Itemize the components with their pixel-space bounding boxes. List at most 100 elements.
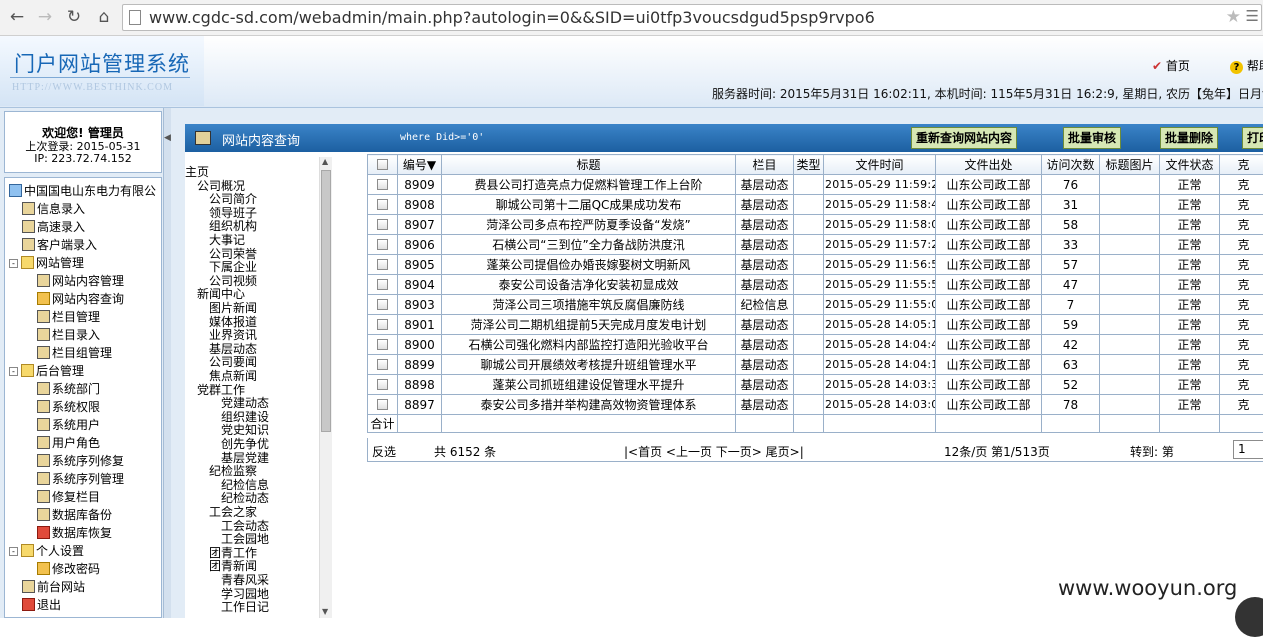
column-tree-item[interactable]: 纪检监察 bbox=[209, 465, 257, 478]
row-checkbox[interactable] bbox=[377, 179, 388, 190]
forward-icon[interactable]: → bbox=[34, 6, 56, 28]
table-row[interactable]: 8901菏泽公司二期机组提前5天完成月度发电计划基层动态2015-05-28 1… bbox=[368, 315, 1263, 335]
row-checkbox[interactable] bbox=[377, 199, 388, 210]
column-tree-item[interactable]: 焦点新闻 bbox=[209, 370, 257, 383]
column-tree-item[interactable]: 团青工作 bbox=[209, 547, 257, 560]
row-select-cell[interactable] bbox=[368, 315, 398, 335]
print-button[interactable]: 打印 bbox=[1242, 127, 1263, 149]
sidebar-item[interactable]: 栏目管理 bbox=[37, 308, 100, 326]
row-select-cell[interactable] bbox=[368, 275, 398, 295]
column-tree-item[interactable]: 纪检动态 bbox=[221, 492, 269, 505]
column-tree-item[interactable]: 主页 bbox=[185, 166, 209, 179]
sidebar-item[interactable]: 数据库备份 bbox=[37, 506, 112, 524]
back-icon[interactable]: ← bbox=[6, 6, 28, 28]
row-select-cell[interactable] bbox=[368, 195, 398, 215]
table-row[interactable]: 8899聊城公司开展绩效考核提升班组管理水平基层动态2015-05-28 14:… bbox=[368, 355, 1263, 375]
sidebar-item[interactable]: 数据库恢复 bbox=[37, 524, 112, 542]
tree-toggle-icon[interactable]: - bbox=[9, 259, 18, 268]
table-row[interactable]: 8905蓬莱公司提倡俭办婚丧嫁娶树文明新风基层动态2015-05-29 11:5… bbox=[368, 255, 1263, 275]
row-checkbox[interactable] bbox=[377, 379, 388, 390]
column-tree-item[interactable]: 组织建设 bbox=[221, 411, 269, 424]
invert-selection-link[interactable]: 反选 bbox=[372, 443, 396, 460]
col-visits-header[interactable]: 访问次数 bbox=[1042, 155, 1100, 175]
sidebar-item[interactable]: 系统序列管理 bbox=[37, 470, 124, 488]
row-checkbox[interactable] bbox=[377, 219, 388, 230]
table-row[interactable]: 8897泰安公司多措并举构建高效物资管理体系基层动态2015-05-28 14:… bbox=[368, 395, 1263, 415]
column-tree-item[interactable]: 党史知识 bbox=[221, 424, 269, 437]
cell-title[interactable]: 石横公司“三到位”全力备战防洪度汛 bbox=[442, 235, 736, 255]
cell-title[interactable]: 石横公司强化燃料内部监控打造阳光验收平台 bbox=[442, 335, 736, 355]
cell-title[interactable]: 菏泽公司二期机组提前5天完成月度发电计划 bbox=[442, 315, 736, 335]
row-select-cell[interactable] bbox=[368, 215, 398, 235]
cell-title[interactable]: 费县公司打造亮点力促燃料管理工作上台阶 bbox=[442, 175, 736, 195]
table-row[interactable]: 8904泰安公司设备洁净化安装初显成效基层动态2015-05-29 11:55:… bbox=[368, 275, 1263, 295]
sidebar-splitter[interactable]: ◀ bbox=[163, 108, 171, 618]
col-type-header[interactable]: 类型 bbox=[794, 155, 824, 175]
column-tree-item[interactable]: 图片新闻 bbox=[209, 302, 257, 315]
table-row[interactable]: 8900石横公司强化燃料内部监控打造阳光验收平台基层动态2015-05-28 1… bbox=[368, 335, 1263, 355]
column-tree-item[interactable]: 公司简介 bbox=[209, 193, 257, 206]
column-tree-item[interactable]: 公司要闻 bbox=[209, 356, 257, 369]
address-bar[interactable]: www.cgdc-sd.com/webadmin/main.php?autolo… bbox=[122, 4, 1262, 31]
cell-title[interactable]: 蓬莱公司抓班组建设促管理水平提升 bbox=[442, 375, 736, 395]
col-extra-header[interactable]: 克 bbox=[1220, 155, 1263, 175]
row-select-cell[interactable] bbox=[368, 375, 398, 395]
sidebar-item[interactable]: 栏目组管理 bbox=[37, 344, 112, 362]
batch-delete-button[interactable]: 批量删除 bbox=[1160, 127, 1218, 149]
column-tree-item[interactable]: 创先争优 bbox=[221, 438, 269, 451]
col-source-header[interactable]: 文件出处 bbox=[936, 155, 1042, 175]
column-tree-item[interactable]: 工作日记 bbox=[221, 601, 269, 614]
tree-toggle-icon[interactable]: - bbox=[9, 367, 18, 376]
row-select-cell[interactable] bbox=[368, 175, 398, 195]
column-tree-item[interactable]: 工会之家 bbox=[209, 506, 257, 519]
bookmark-star-icon[interactable]: ★ bbox=[1226, 7, 1241, 27]
col-column-header[interactable]: 栏目 bbox=[736, 155, 794, 175]
requery-button[interactable]: 重新查询网站内容 bbox=[911, 127, 1017, 149]
column-tree-item[interactable]: 学习园地 bbox=[221, 588, 269, 601]
url-text[interactable]: www.cgdc-sd.com/webadmin/main.php?autolo… bbox=[149, 8, 875, 27]
tree-toggle-icon[interactable]: - bbox=[9, 547, 18, 556]
column-tree-item[interactable]: 公司概况 bbox=[197, 180, 245, 193]
scroll-down-icon[interactable]: ▼ bbox=[322, 607, 328, 616]
sidebar-item[interactable]: 系统用户 bbox=[37, 416, 100, 434]
column-tree-item[interactable]: 党群工作 bbox=[197, 384, 245, 397]
scroll-thumb[interactable] bbox=[321, 170, 331, 432]
column-tree-item[interactable]: 基层党建 bbox=[221, 452, 269, 465]
column-tree-item[interactable]: 业界资讯 bbox=[209, 329, 257, 342]
table-row[interactable]: 8903菏泽公司三项措施牢筑反腐倡廉防线纪检信息2015-05-29 11:55… bbox=[368, 295, 1263, 315]
column-tree-item[interactable]: 公司视频 bbox=[209, 275, 257, 288]
column-tree-item[interactable]: 大事记 bbox=[209, 234, 245, 247]
scroll-up-icon[interactable]: ▲ bbox=[322, 157, 328, 166]
column-tree-item[interactable]: 媒体报道 bbox=[209, 316, 257, 329]
column-tree-item[interactable]: 领导班子 bbox=[209, 207, 257, 220]
home-icon[interactable]: ⌂ bbox=[93, 6, 115, 28]
col-time-header[interactable]: 文件时间 bbox=[824, 155, 936, 175]
row-checkbox[interactable] bbox=[377, 239, 388, 250]
sidebar-item[interactable]: -个人设置 bbox=[9, 542, 84, 560]
sidebar-item[interactable]: 修复栏目 bbox=[37, 488, 100, 506]
sidebar-item[interactable]: 客户端录入 bbox=[22, 236, 97, 254]
row-select-cell[interactable] bbox=[368, 355, 398, 375]
sidebar-item[interactable]: 信息录入 bbox=[22, 200, 85, 218]
column-tree-item[interactable]: 工会动态 bbox=[221, 520, 269, 533]
cell-title[interactable]: 菏泽公司三项措施牢筑反腐倡廉防线 bbox=[442, 295, 736, 315]
sidebar-item[interactable]: 修改密码 bbox=[37, 560, 100, 578]
col-id-header[interactable]: 编号▼ bbox=[398, 155, 442, 175]
sidebar-item[interactable]: 系统权限 bbox=[37, 398, 100, 416]
reload-icon[interactable]: ↻ bbox=[63, 6, 85, 28]
select-all-cell[interactable] bbox=[368, 155, 398, 175]
table-row[interactable]: 8906石横公司“三到位”全力备战防洪度汛基层动态2015-05-29 11:5… bbox=[368, 235, 1263, 255]
row-select-cell[interactable] bbox=[368, 255, 398, 275]
row-checkbox[interactable] bbox=[377, 299, 388, 310]
row-checkbox[interactable] bbox=[377, 259, 388, 270]
home-link[interactable]: ✔ 首页 bbox=[1152, 57, 1190, 74]
col-image-header[interactable]: 标题图片 bbox=[1100, 155, 1160, 175]
col-status-header[interactable]: 文件状态 bbox=[1160, 155, 1220, 175]
table-row[interactable]: 8909费县公司打造亮点力促燃料管理工作上台阶基层动态2015-05-29 11… bbox=[368, 175, 1263, 195]
cell-title[interactable]: 泰安公司多措并举构建高效物资管理体系 bbox=[442, 395, 736, 415]
cell-title[interactable]: 聊城公司第十二届QC成果成功发布 bbox=[442, 195, 736, 215]
column-tree-item[interactable]: 新闻中心 bbox=[197, 288, 245, 301]
batch-approve-button[interactable]: 批量审核 bbox=[1063, 127, 1121, 149]
cell-title[interactable]: 菏泽公司多点布控严防夏季设备“发烧” bbox=[442, 215, 736, 235]
row-checkbox[interactable] bbox=[377, 399, 388, 410]
